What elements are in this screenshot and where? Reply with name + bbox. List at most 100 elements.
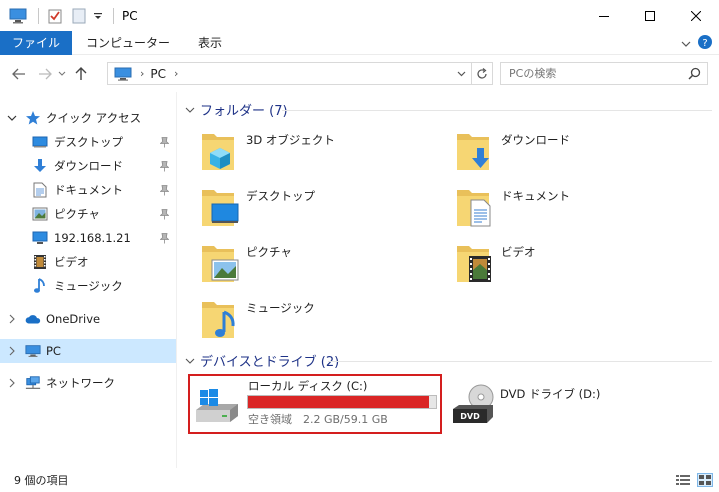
folder-music[interactable]: ミュージック [200, 296, 430, 348]
qa-separator [38, 7, 39, 24]
sidebar-item-videos[interactable]: ビデオ [0, 250, 176, 274]
pane-divider[interactable] [176, 92, 177, 468]
collapsed-chevron-icon[interactable] [6, 345, 18, 357]
pin-icon[interactable] [159, 208, 169, 220]
refresh-button[interactable] [471, 63, 492, 84]
tiles-view-icon [699, 475, 711, 485]
sidebar-item-desktop[interactable]: デスクトップ [0, 130, 176, 154]
sidebar-item-onedrive[interactable]: OneDrive [0, 307, 176, 331]
expanded-chevron-icon[interactable] [6, 112, 18, 124]
pin-icon[interactable] [159, 232, 169, 244]
chevron-down-icon [58, 71, 66, 76]
properties-icon[interactable] [45, 6, 65, 26]
pin-icon[interactable] [159, 160, 169, 172]
sidebar-item-label: ドキュメント [54, 183, 123, 197]
sidebar-item-label: PC [46, 344, 61, 358]
title-bar: PC [0, 0, 719, 31]
videos-folder-icon [455, 240, 495, 288]
disk-usage-fill [248, 396, 430, 408]
collapsed-chevron-icon[interactable] [6, 313, 18, 325]
tab-file[interactable]: ファイル [0, 30, 73, 55]
chevron-down-icon [184, 104, 196, 116]
sidebar-item-label: デスクトップ [54, 135, 123, 149]
new-folder-qa-icon[interactable] [69, 6, 89, 26]
tab-view[interactable]: 表示 [184, 31, 236, 55]
app-pc-icon[interactable] [8, 6, 28, 26]
sidebar-item-pc[interactable]: PC [0, 339, 176, 363]
cloud-icon [25, 311, 41, 327]
forward-button[interactable] [34, 63, 56, 85]
address-bar[interactable]: › PC › [107, 62, 493, 85]
recent-locations-button[interactable] [56, 63, 68, 85]
sidebar-item-pictures[interactable]: ピクチャ [0, 202, 176, 226]
free-space-text: 空き領域 2.2 GB/59.1 GB [248, 413, 388, 426]
back-button[interactable] [8, 63, 30, 85]
search-icon[interactable] [688, 67, 701, 83]
sidebar-item-label: ダウンロード [54, 159, 123, 173]
local-disk-name: ローカル ディスク (C:) [248, 379, 368, 393]
close-button[interactable] [673, 0, 719, 31]
svg-text:?: ? [702, 38, 707, 49]
document-icon [32, 182, 48, 198]
details-view-button[interactable] [675, 473, 691, 487]
pin-icon[interactable] [159, 136, 169, 148]
tab-computer[interactable]: コンピューター [72, 31, 184, 55]
expand-ribbon-button[interactable] [681, 37, 691, 51]
tiles-view-button[interactable] [697, 473, 713, 487]
breadcrumb-chevron-icon-2[interactable]: › [174, 67, 178, 80]
address-dropdown-button[interactable] [452, 63, 470, 84]
section-divider [328, 361, 712, 362]
chevron-down-icon [184, 355, 196, 367]
folder-label: ダウンロード [501, 133, 570, 147]
dvd-drive-icon: DVD [451, 383, 495, 425]
drives-section-header[interactable]: デバイスとドライブ (2) [184, 351, 339, 370]
folder-documents[interactable]: ドキュメント [455, 184, 685, 236]
folder-pictures[interactable]: ピクチャ [200, 240, 430, 292]
chevron-down-icon [457, 71, 465, 76]
sidebar-item-label: 192.168.1.21 [54, 231, 131, 245]
folder-downloads[interactable]: ダウンロード [455, 128, 685, 180]
section-title: デバイスとドライブ (2) [200, 355, 340, 370]
sidebar-item-network[interactable]: ネットワーク [0, 371, 176, 395]
sidebar-item-label: ミュージック [54, 279, 123, 293]
desktop-icon [32, 134, 48, 150]
section-divider [282, 110, 712, 111]
collapsed-chevron-icon[interactable] [6, 377, 18, 389]
sidebar-item-label: ネットワーク [46, 376, 115, 390]
folders-section-header[interactable]: フォルダー (7) [184, 100, 288, 119]
search-box[interactable] [500, 62, 708, 85]
arrow-left-icon [12, 68, 25, 80]
view-toggle-group [675, 473, 713, 487]
chevron-down-icon [681, 41, 691, 47]
search-input[interactable] [509, 67, 679, 80]
music-folder-icon [200, 296, 240, 344]
sidebar-item-quick-access[interactable]: クイック アクセス [0, 106, 176, 130]
minimize-icon [599, 15, 609, 17]
sidebar-item-downloads[interactable]: ダウンロード [0, 154, 176, 178]
download-icon [32, 158, 48, 174]
maximize-icon [645, 10, 655, 21]
details-view-icon [676, 475, 690, 485]
qa-customize-chevron-icon[interactable] [93, 6, 103, 26]
breadcrumb-chevron-icon[interactable]: › [140, 67, 144, 80]
sidebar-item-label: ピクチャ [54, 207, 100, 221]
sidebar-item-documents[interactable]: ドキュメント [0, 178, 176, 202]
sidebar-item-music[interactable]: ミュージック [0, 274, 176, 298]
pc-icon [25, 343, 41, 359]
pin-icon[interactable] [159, 184, 169, 196]
pictures-icon [32, 206, 48, 222]
up-button[interactable] [70, 63, 92, 85]
help-icon: ? [698, 35, 712, 49]
help-button[interactable]: ? [697, 34, 713, 53]
folder-videos[interactable]: ビデオ [455, 240, 685, 292]
navigation-pane: クイック アクセス デスクトップ ダウンロード ドキュメント ピクチャ 192. [0, 100, 176, 466]
video-icon [32, 254, 48, 270]
maximize-button[interactable] [627, 0, 673, 31]
breadcrumb-pc[interactable]: PC [150, 67, 166, 81]
sidebar-item-network-drive[interactable]: 192.168.1.21 [0, 226, 176, 250]
minimize-button[interactable] [581, 0, 627, 31]
folder-desktop[interactable]: デスクトップ [200, 184, 430, 236]
pictures-folder-icon [200, 240, 240, 288]
folder-3d-objects[interactable]: 3D オブジェクト [200, 128, 430, 180]
sidebar-item-label: クイック アクセス [46, 111, 142, 125]
